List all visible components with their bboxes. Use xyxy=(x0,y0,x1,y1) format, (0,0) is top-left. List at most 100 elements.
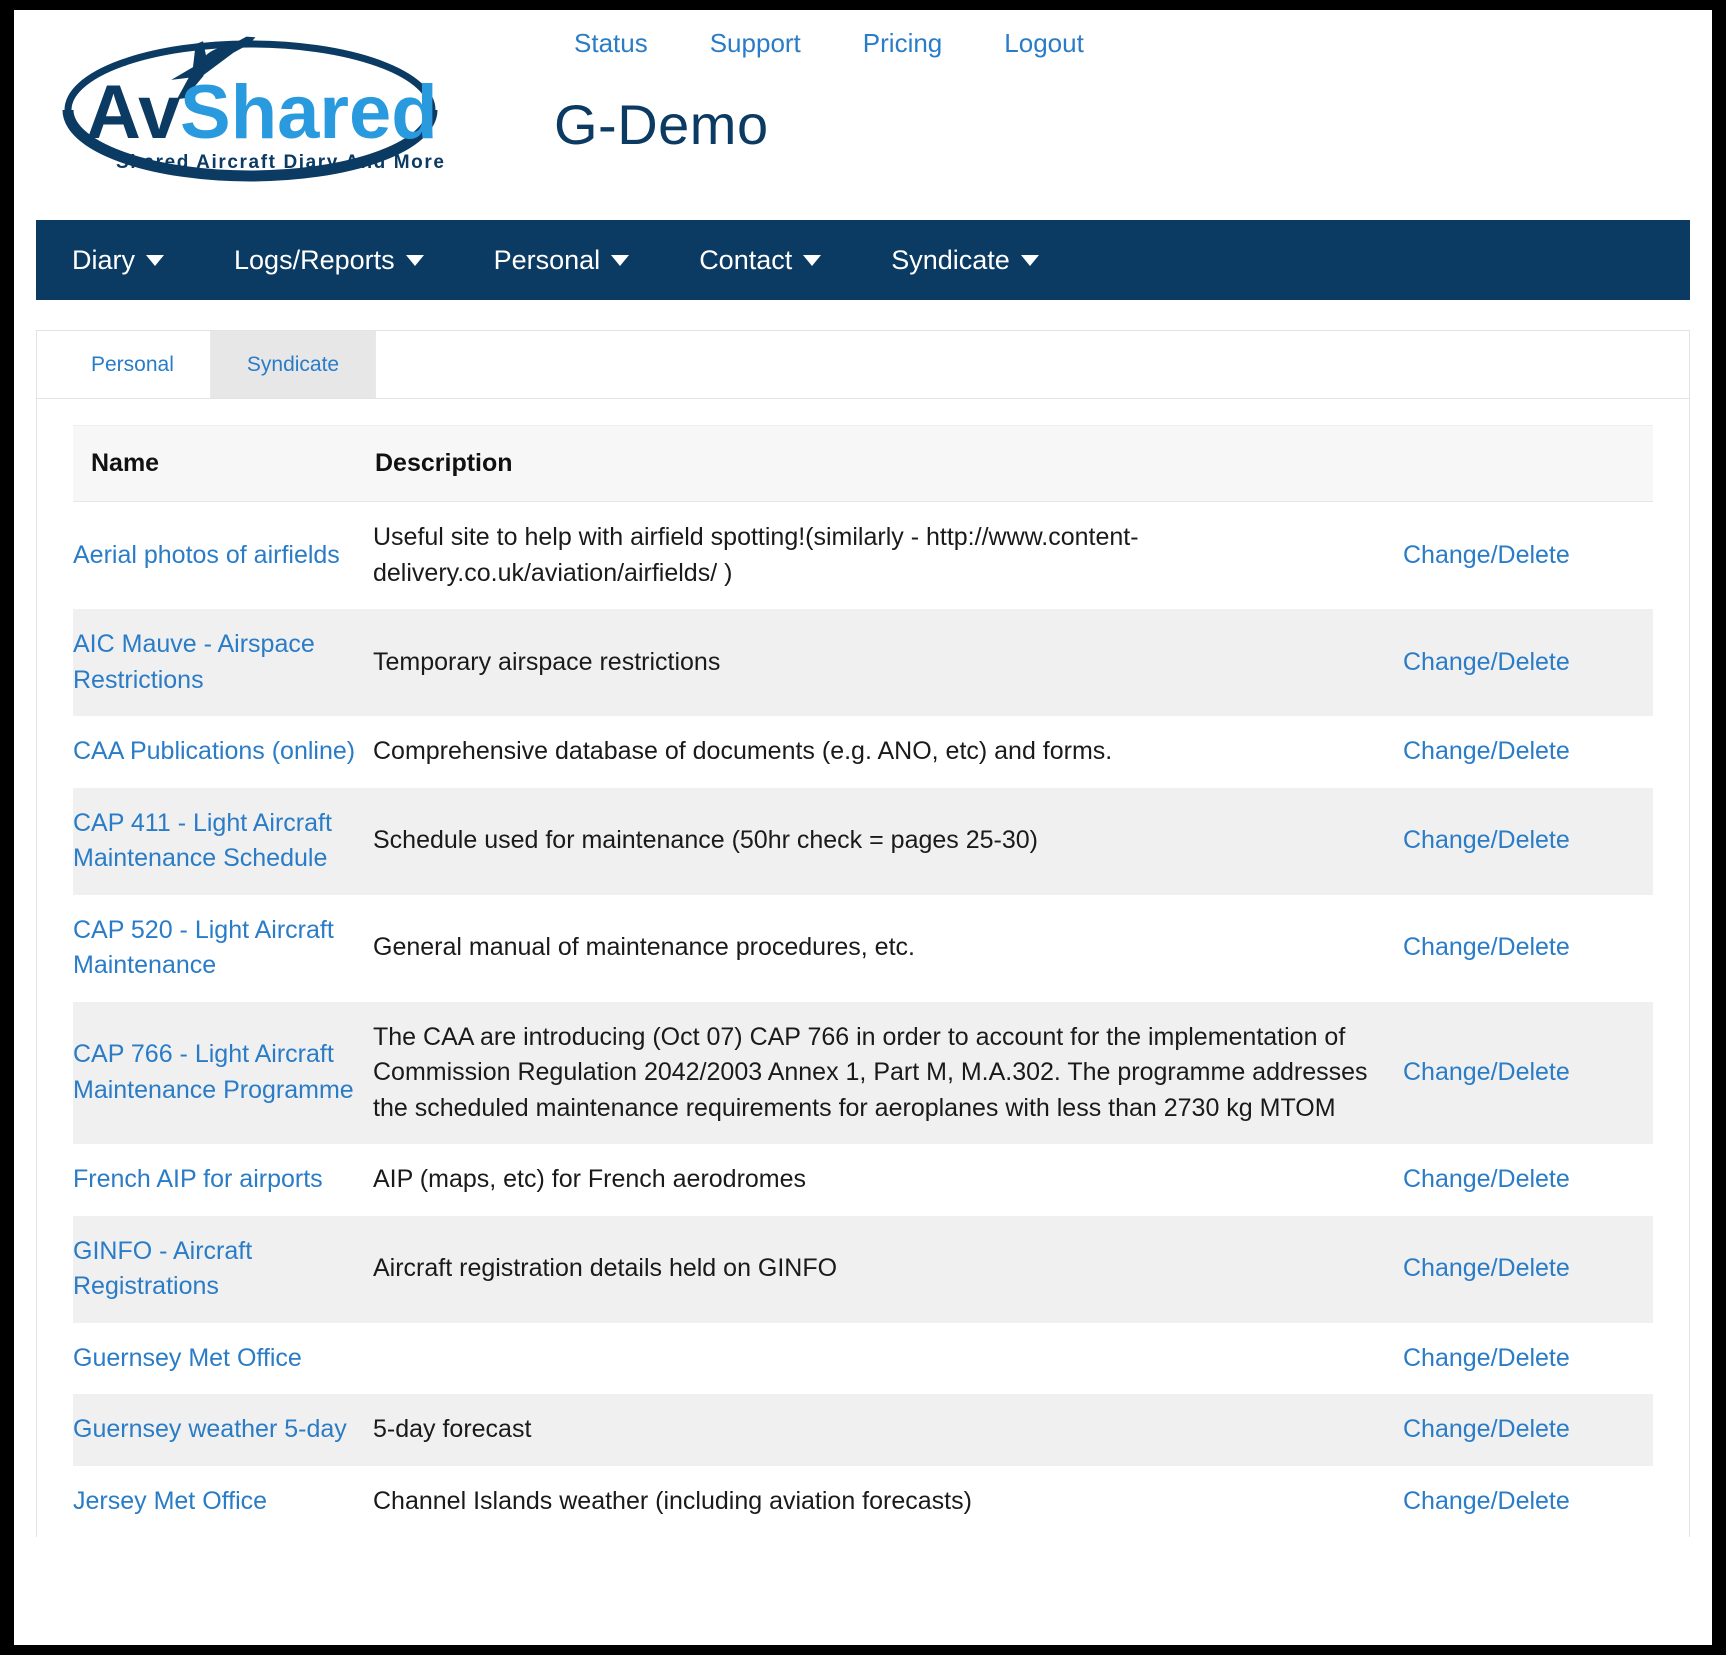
change-delete-link[interactable]: Change/Delete xyxy=(1403,1058,1570,1086)
links-table-wrapper: Name Description Aerial photos of airfie… xyxy=(73,425,1653,1537)
logo-icon: Av Shared Shared Aircraft Diary And More xyxy=(62,36,446,182)
links-table: Name Description Aerial photos of airfie… xyxy=(73,425,1653,1537)
cell-description: Comprehensive database of documents (e.g… xyxy=(373,737,1113,765)
nav-item-syndicate[interactable]: Syndicate xyxy=(891,239,1065,282)
table-row: CAP 411 - Light Aircraft Maintenance Sch… xyxy=(73,787,1653,895)
cell-actions: Change/Delete xyxy=(1403,1323,1653,1395)
cell-description: Aircraft registration details held on GI… xyxy=(373,1254,838,1283)
nav-item-personal[interactable]: Personal xyxy=(494,239,656,282)
screenshot-frame: Av Shared Shared Aircraft Diary And More… xyxy=(0,0,1726,1655)
logo-tagline: Shared Aircraft Diary And More xyxy=(116,152,446,173)
cell-actions: Change/Delete xyxy=(1403,502,1653,610)
nav-item-label: Personal xyxy=(493,244,601,275)
link-resource-name[interactable]: French AIP for airports xyxy=(73,1165,323,1193)
column-header-actions xyxy=(1403,425,1653,502)
change-delete-link[interactable]: Change/Delete xyxy=(1403,1415,1570,1443)
table-body: Aerial photos of airfields Useful site to… xyxy=(73,501,1653,1538)
table-head: Name Description xyxy=(73,425,1653,502)
cell-actions: Change/Delete xyxy=(1403,1216,1653,1323)
cell-name: GINFO - Aircraft Registrations xyxy=(73,1216,373,1323)
cell-actions: Change/Delete xyxy=(1403,1002,1653,1145)
link-resource-name[interactable]: Jersey Met Office xyxy=(73,1487,267,1515)
content-panel: Personal Syndicate Name Description Aeri… xyxy=(36,330,1690,1537)
cell-name: CAA Publications (online) xyxy=(73,716,373,788)
change-delete-link[interactable]: Change/Delete xyxy=(1403,541,1570,569)
top-link-pricing[interactable]: Pricing xyxy=(863,28,942,59)
page-title: G-Demo xyxy=(554,93,769,156)
link-resource-name[interactable]: CAP 520 - Light Aircraft Maintenance xyxy=(73,916,334,980)
cell-description: 5-day forecast xyxy=(373,1415,532,1443)
link-resource-name[interactable]: GINFO - Aircraft Registrations xyxy=(73,1237,252,1301)
link-resource-name[interactable]: CAP 766 - Light Aircraft Maintenance Pro… xyxy=(73,1040,354,1104)
cell-name: CAP 411 - Light Aircraft Maintenance Sch… xyxy=(73,788,373,895)
link-resource-name[interactable]: Guernsey Met Office xyxy=(73,1344,302,1372)
cell-actions: Change/Delete xyxy=(1403,716,1653,788)
table-row: Guernsey Met Office Change/Delete xyxy=(73,1322,1653,1395)
change-delete-link[interactable]: Change/Delete xyxy=(1403,826,1570,854)
table-row: Aerial photos of airfields Useful site to… xyxy=(73,501,1653,610)
cell-name: CAP 766 - Light Aircraft Maintenance Pro… xyxy=(73,1002,373,1145)
cell-actions: Change/Delete xyxy=(1403,1394,1653,1466)
cell-description: Temporary airspace restrictions xyxy=(373,647,721,676)
chevron-down-icon xyxy=(405,254,424,266)
link-resource-name[interactable]: AIC Mauve - Airspace Restrictions xyxy=(73,630,315,694)
cell-name: French AIP for airports xyxy=(73,1144,373,1216)
cell-name: Guernsey Met Office xyxy=(73,1323,373,1395)
logo-text-shared: Shared xyxy=(180,70,438,155)
nav-item-diary[interactable]: Diary xyxy=(72,239,190,282)
change-delete-link[interactable]: Change/Delete xyxy=(1403,1487,1570,1515)
change-delete-link[interactable]: Change/Delete xyxy=(1403,1254,1570,1282)
top-link-status[interactable]: Status xyxy=(574,28,648,59)
change-delete-link[interactable]: Change/Delete xyxy=(1403,648,1570,676)
top-utility-links: Status Support Pricing Logout xyxy=(574,28,1084,59)
logo-text-av: Av xyxy=(86,70,180,155)
cell-name: Jersey Met Office xyxy=(73,1466,373,1538)
cell-description: The CAA are introducing (Oct 07) CAP 766… xyxy=(373,1022,1368,1122)
tab-personal[interactable]: Personal xyxy=(55,331,211,398)
cell-description xyxy=(373,1323,1403,1395)
chevron-down-icon xyxy=(803,254,822,266)
change-delete-link[interactable]: Change/Delete xyxy=(1403,1165,1570,1193)
table-row: Guernsey weather 5-day 5-day forecast Chan… xyxy=(73,1394,1653,1466)
cell-description: Channel Islands weather (including aviat… xyxy=(373,1486,972,1515)
nav-item-contact[interactable]: Contact xyxy=(699,239,847,282)
page-header: Av Shared Shared Aircraft Diary And More… xyxy=(14,10,1712,220)
table-header-row: Name Description xyxy=(73,425,1653,502)
top-link-logout[interactable]: Logout xyxy=(1004,28,1084,59)
link-resource-name[interactable]: CAP 411 - Light Aircraft Maintenance Sch… xyxy=(73,809,332,873)
nav-item-label: Contact xyxy=(699,244,793,275)
column-header-name: Name xyxy=(73,425,373,502)
tab-syndicate[interactable]: Syndicate xyxy=(210,331,377,398)
cell-description: Useful site to help with airfield spotti… xyxy=(373,523,1139,587)
column-header-description: Description xyxy=(373,425,1403,502)
nav-item-label: Syndicate xyxy=(891,244,1010,275)
app-page: Av Shared Shared Aircraft Diary And More… xyxy=(14,10,1712,1645)
link-resource-name[interactable]: CAA Publications (online) xyxy=(73,737,355,765)
table-row: AIC Mauve - Airspace Restrictions Tempora… xyxy=(73,609,1653,716)
chevron-down-icon xyxy=(611,254,630,266)
change-delete-link[interactable]: Change/Delete xyxy=(1403,737,1570,765)
main-navigation: Diary Logs/Reports Personal Contact Synd… xyxy=(36,220,1690,300)
cell-description: AIP (maps, etc) for French aerodromes xyxy=(373,1165,807,1193)
chevron-down-icon xyxy=(146,254,165,266)
top-link-support[interactable]: Support xyxy=(710,28,801,59)
change-delete-link[interactable]: Change/Delete xyxy=(1403,1344,1570,1372)
nav-item-label: Logs/Reports xyxy=(234,244,395,275)
nav-item-logs-reports[interactable]: Logs/Reports xyxy=(234,239,450,282)
cell-description: Schedule used for maintenance (50hr chec… xyxy=(373,826,1039,855)
link-resource-name[interactable]: Aerial photos of airfields xyxy=(73,541,340,569)
table-row: CAP 520 - Light Aircraft Maintenance Gene… xyxy=(73,894,1653,1002)
avshared-logo[interactable]: Av Shared Shared Aircraft Diary And More xyxy=(50,30,470,200)
table-row: CAP 766 - Light Aircraft Maintenance Pro… xyxy=(73,1001,1653,1145)
table-row: French AIP for airports AIP (maps, etc) f… xyxy=(73,1144,1653,1216)
cell-name: CAP 520 - Light Aircraft Maintenance xyxy=(73,895,373,1002)
table-row: Jersey Met Office Channel Islands weather… xyxy=(73,1465,1653,1538)
cell-actions: Change/Delete xyxy=(1403,1144,1653,1216)
table-row: CAA Publications (online) Comprehensive d… xyxy=(73,716,1653,788)
change-delete-link[interactable]: Change/Delete xyxy=(1403,933,1570,961)
cell-actions: Change/Delete xyxy=(1403,609,1653,716)
link-resource-name[interactable]: Guernsey weather 5-day xyxy=(73,1415,347,1443)
chevron-down-icon xyxy=(1020,254,1039,266)
cell-actions: Change/Delete xyxy=(1403,895,1653,1002)
cell-description: General manual of maintenance procedures… xyxy=(373,933,915,962)
